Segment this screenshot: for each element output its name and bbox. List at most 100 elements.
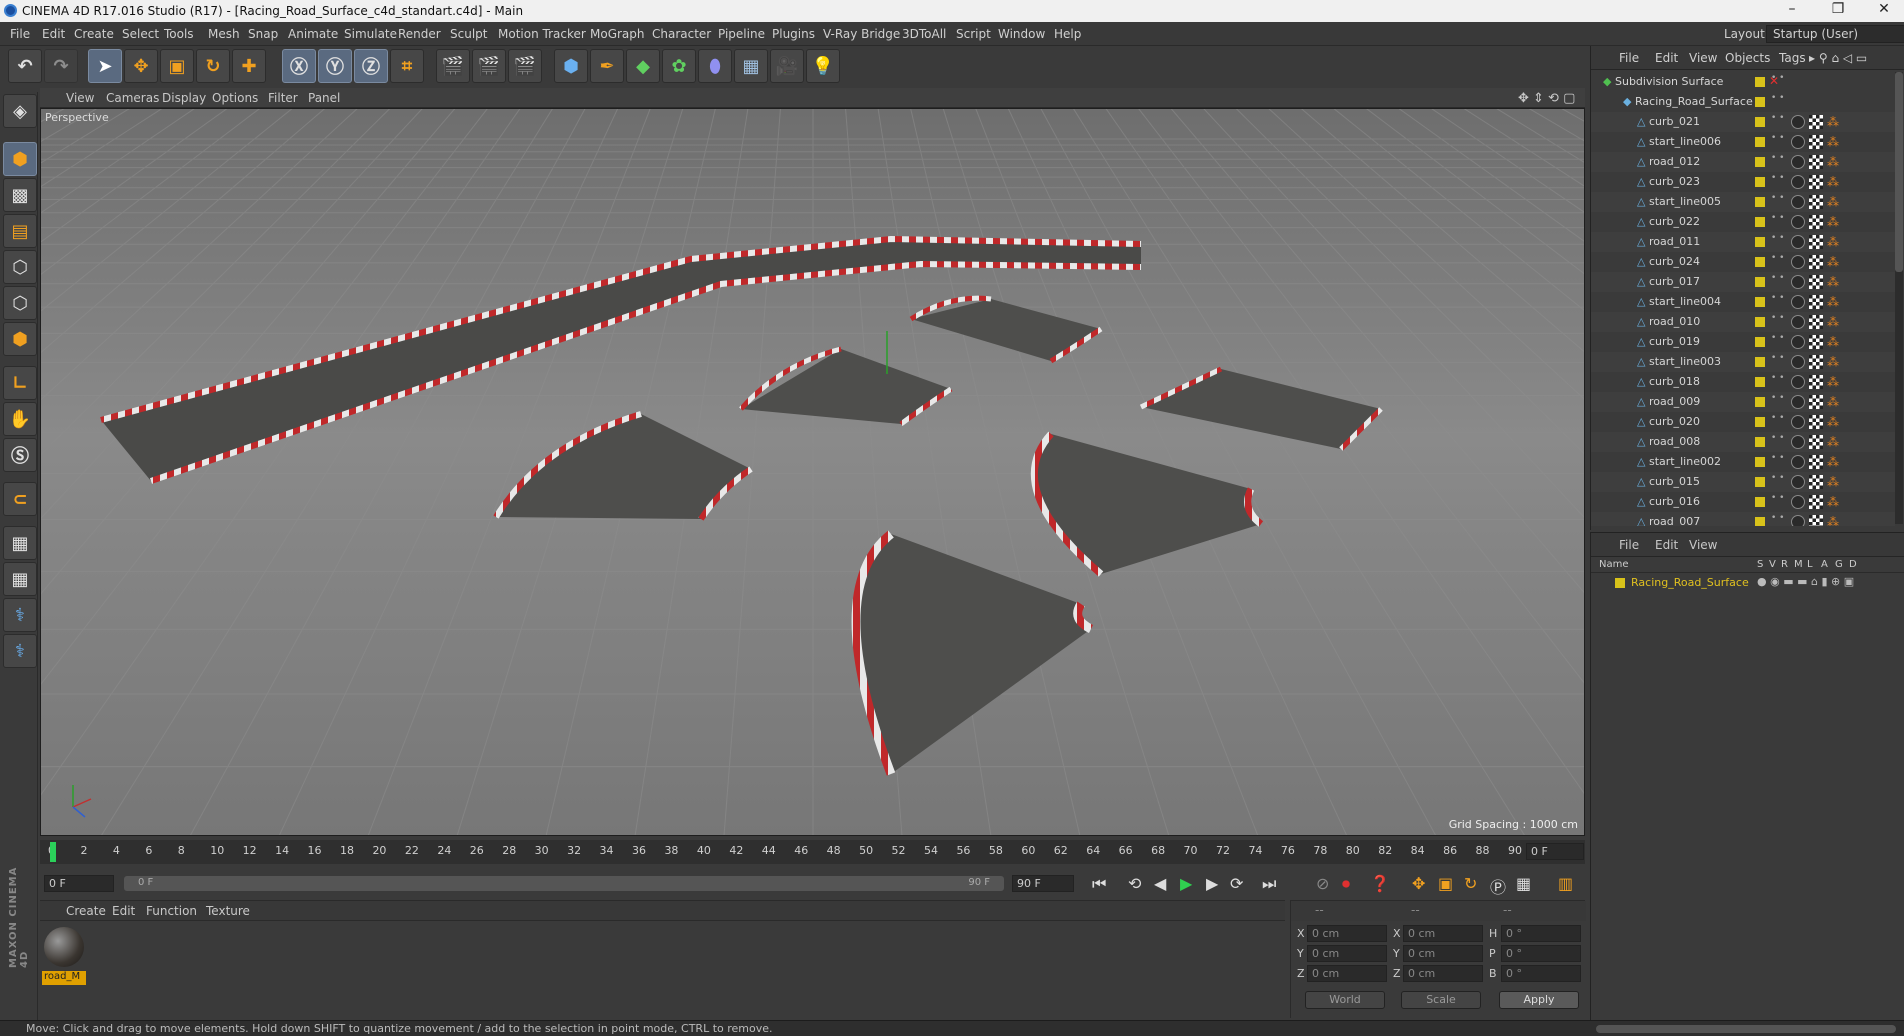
play-button[interactable]: ▶ xyxy=(1180,874,1192,893)
layer-row[interactable]: Racing_Road_Surface ● ◉ ▬ ▬ ⌂ ▮ ⊕ ▣ xyxy=(1591,575,1904,591)
texture-tag-icon[interactable] xyxy=(1809,295,1823,309)
texture-tag-icon[interactable] xyxy=(1809,215,1823,229)
python-script-button-1[interactable]: ⚕ xyxy=(3,598,37,632)
live-selection-button[interactable]: ➤ xyxy=(88,49,122,83)
visibility-dots-icon[interactable]: • • xyxy=(1771,214,1784,223)
layer-column-name[interactable]: Name xyxy=(1599,559,1629,570)
phong-tag-icon[interactable]: ⁂ xyxy=(1827,215,1839,229)
cube-button[interactable]: ⬢ xyxy=(554,49,588,83)
recent-tool-button[interactable]: ✚ xyxy=(232,49,266,83)
solo-button[interactable]: Ⓢ xyxy=(3,438,37,472)
start-frame-field[interactable]: 0 F xyxy=(44,875,114,892)
edges-mode-button[interactable]: ⬡ xyxy=(3,286,37,320)
z-axis-button[interactable]: Ⓩ xyxy=(354,49,388,83)
axis-mode-button[interactable]: ∟ xyxy=(3,366,37,400)
keyframe-help-button[interactable]: ❓ xyxy=(1370,874,1390,893)
3d-viewport[interactable]: Perspective Grid Spacing : 1000 cm xyxy=(40,108,1585,836)
object-row[interactable]: △ start_line004 • • ⁂ xyxy=(1591,292,1895,312)
menu-window[interactable]: Window xyxy=(998,27,1045,41)
phong-tag-icon[interactable]: ⁂ xyxy=(1827,255,1839,269)
rotate-tool-button[interactable]: ↻ xyxy=(196,49,230,83)
material-tag-icon[interactable] xyxy=(1791,155,1805,169)
layer-column-g[interactable]: G xyxy=(1835,559,1843,570)
size-x-field[interactable]: 0 cm xyxy=(1403,925,1483,942)
rotation-h-field[interactable]: 0 ° xyxy=(1501,925,1581,942)
object-menu-view[interactable]: View xyxy=(1689,51,1717,65)
minimize-button[interactable]: – xyxy=(1772,1,1812,21)
material-tag-icon[interactable] xyxy=(1791,475,1805,489)
material-tag-icon[interactable] xyxy=(1791,135,1805,149)
key-scale-button[interactable]: ▣ xyxy=(1438,874,1453,893)
points-mode-button[interactable]: ⬡ xyxy=(3,250,37,284)
scale-tool-button[interactable]: ▣ xyxy=(160,49,194,83)
make-editable-button[interactable]: ◈ xyxy=(3,94,37,128)
render-view-button[interactable]: 🎬 xyxy=(436,49,470,83)
material-tag-icon[interactable] xyxy=(1791,515,1805,526)
road-curve-3[interactable] xyxy=(856,534,1091,774)
menu-simulate[interactable]: Simulate xyxy=(344,27,397,41)
x-axis-button[interactable]: Ⓧ xyxy=(282,49,316,83)
model-mode-button[interactable]: ⬢ xyxy=(3,142,37,176)
restore-button[interactable]: ❐ xyxy=(1818,1,1858,21)
phong-tag-icon[interactable]: ⁂ xyxy=(1827,495,1839,509)
object-row[interactable]: △ curb_016 • • ⁂ xyxy=(1591,492,1895,512)
key-parameter-button[interactable]: Ⓟ xyxy=(1490,874,1506,898)
texture-tag-icon[interactable] xyxy=(1809,435,1823,449)
mograph-cloner-button[interactable]: ✿ xyxy=(662,49,696,83)
material-tag-icon[interactable] xyxy=(1791,295,1805,309)
visibility-dots-icon[interactable]: • • xyxy=(1771,114,1784,123)
material-tag-icon[interactable] xyxy=(1791,215,1805,229)
loop-button[interactable]: ⟲ xyxy=(1128,874,1141,893)
material-menu-create[interactable]: Create xyxy=(66,904,106,918)
visibility-dots-icon[interactable]: • • xyxy=(1771,514,1784,523)
playhead[interactable] xyxy=(50,842,56,862)
material-tag-icon[interactable] xyxy=(1791,355,1805,369)
object-menu-edit[interactable]: Edit xyxy=(1655,51,1678,65)
key-position-button[interactable]: ✥ xyxy=(1412,874,1425,893)
material-tag-icon[interactable] xyxy=(1791,235,1805,249)
material-tag-icon[interactable] xyxy=(1791,335,1805,349)
texture-tag-icon[interactable] xyxy=(1809,355,1823,369)
material-menu-function[interactable]: Function xyxy=(146,904,197,918)
range-slider[interactable]: 0 F 90 F xyxy=(124,876,1004,891)
record-keys-button[interactable]: ⊘ xyxy=(1316,874,1329,893)
visibility-dots-icon[interactable]: • • xyxy=(1771,374,1784,383)
material-tag-icon[interactable] xyxy=(1791,375,1805,389)
viewport-menu-panel[interactable]: Panel xyxy=(308,91,340,105)
object-row[interactable]: △ curb_018 • • ⁂ xyxy=(1591,372,1895,392)
viewport-menu-display[interactable]: Display xyxy=(162,91,206,105)
viewport-menu-filter[interactable]: Filter xyxy=(268,91,298,105)
phong-tag-icon[interactable]: ⁂ xyxy=(1827,195,1839,209)
deformer-button[interactable]: ⬮ xyxy=(698,49,732,83)
workplane-axis-button[interactable]: ▦ xyxy=(3,562,37,596)
status-scrollbar[interactable] xyxy=(1596,1025,1896,1033)
menu-character[interactable]: Character xyxy=(652,27,711,41)
texture-tag-icon[interactable] xyxy=(1809,235,1823,249)
texture-tag-icon[interactable] xyxy=(1809,515,1823,526)
object-row[interactable]: △ curb_015 • • ⁂ xyxy=(1591,472,1895,492)
tweak-mode-button[interactable]: ✋ xyxy=(3,402,37,436)
end-frame-field[interactable]: 90 F xyxy=(1012,875,1074,892)
menu-select[interactable]: Select xyxy=(122,27,159,41)
snap-button[interactable]: ⊂ xyxy=(3,482,37,516)
object-row[interactable]: △ road_010 • • ⁂ xyxy=(1591,312,1895,332)
visibility-dots-icon[interactable]: • • xyxy=(1771,474,1784,483)
object-menu-file[interactable]: File xyxy=(1619,51,1639,65)
size-z-field[interactable]: 0 cm xyxy=(1403,965,1483,982)
texture-tag-icon[interactable] xyxy=(1809,155,1823,169)
rotation-p-field[interactable]: 0 ° xyxy=(1501,945,1581,962)
undo-button[interactable]: ↶ xyxy=(8,49,42,83)
layer-menu-file[interactable]: File xyxy=(1619,538,1639,552)
visibility-dots-icon[interactable]: • • xyxy=(1771,134,1784,143)
viewport-navigation-icons[interactable]: ✥ ⇕ ⟲ ▢ xyxy=(1518,91,1575,106)
visibility-dots-icon[interactable]: • • xyxy=(1771,494,1784,503)
render-picture-viewer-button[interactable]: 🎬 xyxy=(472,49,506,83)
object-menu-tags[interactable]: Tags xyxy=(1779,51,1806,65)
key-rotation-button[interactable]: ↻ xyxy=(1464,874,1477,893)
visibility-dots-icon[interactable]: • • xyxy=(1771,334,1784,343)
position-z-field[interactable]: 0 cm xyxy=(1307,965,1387,982)
object-row-subdivision[interactable]: ◆ Subdivision Surface • • ✕ xyxy=(1591,72,1895,92)
material-tag-icon[interactable] xyxy=(1791,195,1805,209)
menu-motion-tracker[interactable]: Motion Tracker xyxy=(498,27,586,41)
layer-menu-view[interactable]: View xyxy=(1689,538,1717,552)
